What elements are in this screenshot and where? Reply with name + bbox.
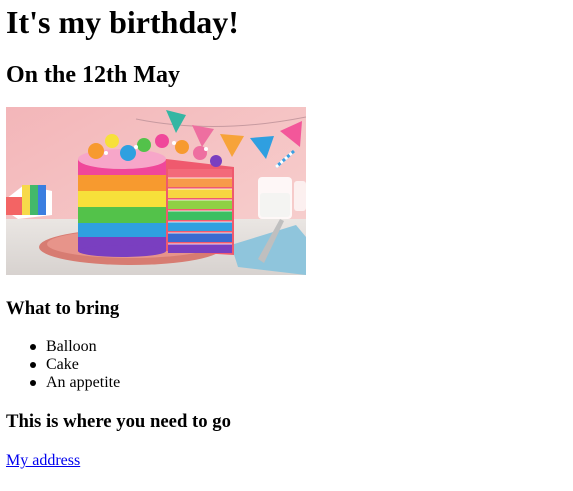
where-heading: This is where you need to go xyxy=(6,411,231,432)
cake-image xyxy=(6,107,306,275)
bring-heading: What to bring xyxy=(6,298,120,319)
address-link[interactable]: My address xyxy=(6,452,80,470)
page-title: It's my birthday! xyxy=(6,4,239,40)
list-item: Cake xyxy=(6,356,120,374)
list-item-label: Cake xyxy=(46,356,79,373)
disc-bullet-icon xyxy=(30,380,36,386)
page-subtitle: On the 12th May xyxy=(6,62,180,88)
page: It's my birthday! On the 12th May What t… xyxy=(0,0,573,491)
list-item: An appetite xyxy=(6,374,120,392)
bring-list: Balloon Cake An appetite xyxy=(6,338,120,392)
list-item-label: An appetite xyxy=(46,374,121,391)
list-item-label: Balloon xyxy=(46,338,97,355)
disc-bullet-icon xyxy=(30,344,36,350)
disc-bullet-icon xyxy=(30,362,36,368)
list-item: Balloon xyxy=(6,338,120,356)
